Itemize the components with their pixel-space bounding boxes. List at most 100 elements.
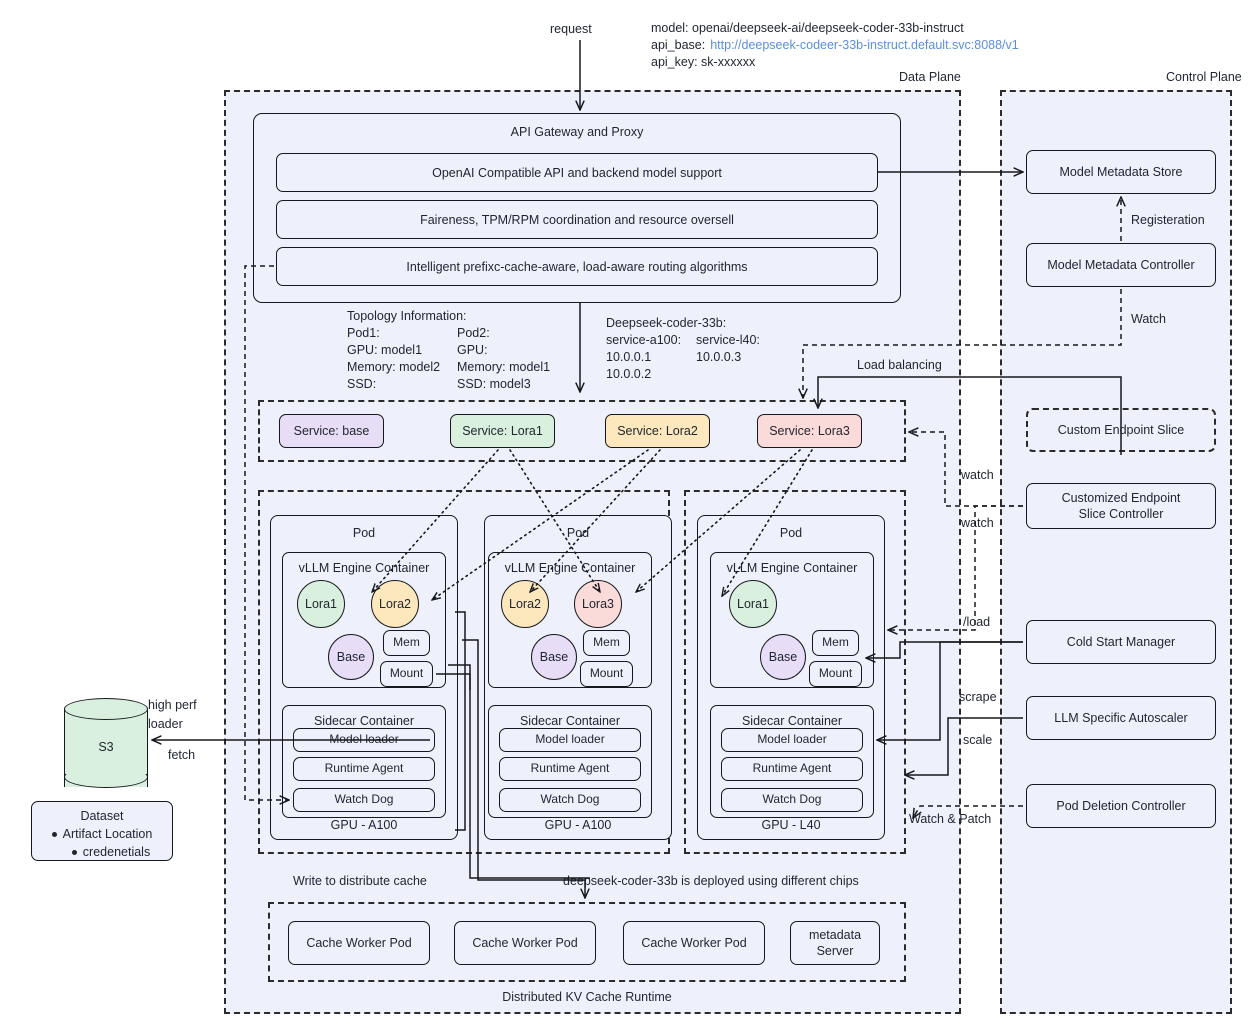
pod-1-sidecar-title: Sidecar Container	[313, 714, 415, 728]
pod-2-chip-mem-label: Mem	[593, 635, 620, 650]
pod-3-chip-mem[interactable]: Mem	[812, 630, 859, 656]
dataset-box[interactable]: Dataset Artifact Location credenetials	[31, 801, 173, 861]
pod-2-model-loader[interactable]: Model loader	[499, 728, 641, 752]
pod-1-circle-base[interactable]: Base	[328, 634, 374, 680]
pod-1-runtime-agent-label: Runtime Agent	[324, 761, 404, 776]
cold-start-manager[interactable]: Cold Start Manager	[1026, 620, 1216, 664]
pod-2-circle-lora2[interactable]: Lora2	[501, 580, 549, 628]
config-api-key-line: api_key: sk-xxxxxx	[651, 55, 756, 69]
pod-1-chip-mount[interactable]: Mount	[380, 661, 433, 687]
pod-2-circle-base[interactable]: Base	[531, 634, 577, 680]
service-lora1-label: Service: Lora1	[462, 424, 543, 438]
pod-2-gpu: GPU - A100	[544, 818, 612, 832]
pod-1-model-loader[interactable]: Model loader	[293, 728, 435, 752]
cache-worker-pod-3[interactable]: Cache Worker Pod	[623, 921, 765, 965]
pod-3-sidecar-title: Sidecar Container	[741, 714, 843, 728]
service-lora3[interactable]: Service: Lora3	[757, 414, 862, 448]
api-gateway-title: API Gateway and Proxy	[510, 125, 644, 139]
llm-specific-autoscaler[interactable]: LLM Specific Autoscaler	[1026, 696, 1216, 740]
llm-specific-autoscaler-label: LLM Specific Autoscaler	[1054, 711, 1188, 725]
pod-3-runtime-agent[interactable]: Runtime Agent	[721, 757, 863, 781]
pod-3-model-loader[interactable]: Model loader	[721, 728, 863, 752]
topology-pod2-2: Memory: model1	[457, 360, 551, 374]
fetch-label: fetch	[168, 748, 196, 762]
pod-2-watch-dog-label: Watch Dog	[540, 792, 600, 807]
pod-1-circle-lora1[interactable]: Lora1	[297, 580, 345, 628]
pod-3-circle-lora1[interactable]: Lora1	[729, 580, 777, 628]
watch-label: Watch	[1131, 312, 1166, 326]
endpoint-l40-1: 10.0.0.3	[696, 350, 742, 364]
pod-3-chip-mount-label: Mount	[818, 666, 853, 681]
registeration-label: Registeration	[1131, 213, 1205, 227]
gateway-row-openai[interactable]: OpenAI Compatible API and backend model …	[276, 153, 878, 192]
high-perf-loader-label-1: high perf	[148, 698, 197, 712]
pod-1-chip-mem[interactable]: Mem	[383, 630, 430, 656]
pod-3-chip-mount[interactable]: Mount	[809, 661, 862, 687]
chips-note-label: deepseek-coder-33b is deployed using dif…	[563, 874, 859, 888]
endpoint-a100-1: 10.0.0.1	[606, 350, 652, 364]
watch-and-patch-label: Watch & Patch	[909, 812, 992, 826]
watch-label-1: watch	[961, 468, 994, 482]
pod-deletion-controller[interactable]: Pod Deletion Controller	[1026, 784, 1216, 828]
pod-3-watch-dog[interactable]: Watch Dog	[721, 788, 863, 812]
scale-label: scale	[963, 733, 993, 747]
pod-3-circle-base[interactable]: Base	[760, 634, 806, 680]
service-lora2[interactable]: Service: Lora2	[605, 414, 710, 448]
pod-2-watch-dog[interactable]: Watch Dog	[499, 788, 641, 812]
pod-1-circle-lora2[interactable]: Lora2	[371, 580, 419, 628]
topology-pod1-3: SSD:	[347, 377, 377, 391]
metadata-server[interactable]: metadata Server	[790, 921, 880, 965]
metadata-server-label-2: Server	[816, 944, 854, 958]
pod-1-circle-lora2-label: Lora2	[379, 597, 411, 611]
topology-pod2-1: GPU:	[457, 343, 488, 357]
pod-2-runtime-agent-label: Runtime Agent	[530, 761, 610, 776]
metadata-server-label-1: metadata	[808, 928, 862, 942]
gateway-row-fairness[interactable]: Faireness, TPM/RPM coordination and reso…	[276, 200, 878, 239]
pod-1-runtime-agent[interactable]: Runtime Agent	[293, 757, 435, 781]
api-base-label: api_base:	[651, 38, 706, 52]
service-lora1[interactable]: Service: Lora1	[450, 414, 555, 448]
load-label: /load	[963, 615, 991, 629]
pod-2-circle-base-label: Base	[539, 650, 569, 664]
model-metadata-controller[interactable]: Model Metadata Controller	[1026, 243, 1216, 287]
cache-worker-pod-2[interactable]: Cache Worker Pod	[454, 921, 596, 965]
service-lora2-label: Service: Lora2	[617, 424, 698, 438]
topology-pod2-0: Pod2:	[457, 326, 490, 340]
s3-bucket[interactable]: S3	[64, 698, 148, 798]
model-metadata-controller-label: Model Metadata Controller	[1047, 258, 1195, 272]
pod-3-chip-mem-label: Mem	[822, 635, 849, 650]
cache-worker-pod-1[interactable]: Cache Worker Pod	[288, 921, 430, 965]
pod-1-circle-lora1-label: Lora1	[305, 597, 337, 611]
high-perf-loader-label-2: loader	[148, 717, 183, 731]
api-base-value[interactable]: http://deepseek-codeer-33b-instruct.defa…	[710, 37, 1019, 54]
custom-endpoint-slice[interactable]: Custom Endpoint Slice	[1026, 408, 1216, 452]
pod-2-circle-lora3[interactable]: Lora3	[574, 580, 622, 628]
topology-title: Topology Information:	[347, 309, 467, 323]
pod-2-sidecar-title: Sidecar Container	[519, 714, 621, 728]
pod-1-watch-dog-label: Watch Dog	[334, 792, 394, 807]
bullet-icon	[71, 850, 77, 856]
customized-endpoint-slice-controller[interactable]: Customized Endpoint Slice Controller	[1026, 483, 1216, 529]
pod-2-chip-mount[interactable]: Mount	[580, 661, 633, 687]
pod-1-chip-mount-label: Mount	[389, 666, 424, 681]
bullet-icon	[51, 832, 57, 838]
pod-2-circle-lora2-label: Lora2	[509, 597, 541, 611]
service-base[interactable]: Service: base	[279, 414, 384, 448]
model-metadata-store[interactable]: Model Metadata Store	[1026, 150, 1216, 194]
pod-2-chip-mem[interactable]: Mem	[583, 630, 630, 656]
watch-label-2: watch	[961, 516, 994, 530]
scrape-label: scrape	[959, 690, 997, 704]
custom-endpoint-slice-label: Custom Endpoint Slice	[1057, 423, 1185, 437]
pod-1-watch-dog[interactable]: Watch Dog	[293, 788, 435, 812]
data-plane-label: Data Plane	[899, 70, 961, 84]
pod-1-chip-mem-label: Mem	[393, 635, 420, 650]
gateway-row-fairness-label: Faireness, TPM/RPM coordination and reso…	[420, 212, 734, 227]
pod-1-engine-title: vLLM Engine Container	[298, 561, 430, 575]
control-plane-panel	[1000, 90, 1232, 1014]
cache-worker-pod-2-label: Cache Worker Pod	[472, 936, 578, 950]
pod-3-gpu: GPU - L40	[761, 818, 821, 832]
request-label: request	[550, 22, 592, 36]
gateway-row-routing[interactable]: Intelligent prefixc-cache-aware, load-aw…	[276, 247, 878, 286]
pod-2-runtime-agent[interactable]: Runtime Agent	[499, 757, 641, 781]
pod-1-circle-base-label: Base	[336, 650, 366, 664]
